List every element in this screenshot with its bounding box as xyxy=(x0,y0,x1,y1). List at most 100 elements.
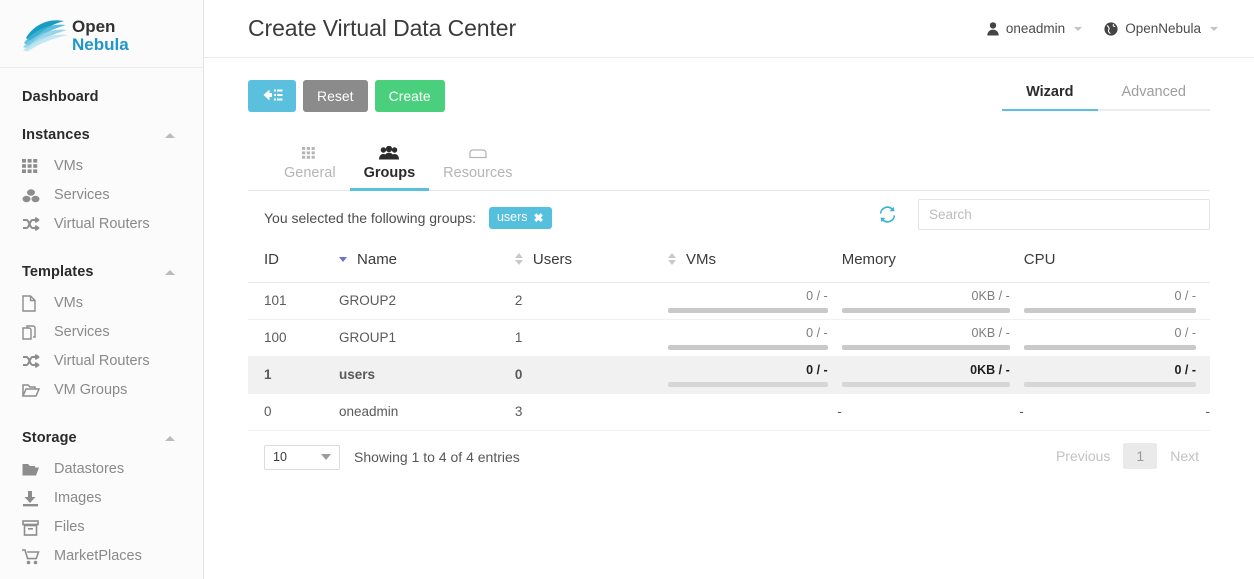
page-length-select[interactable]: 10 xyxy=(264,444,340,470)
showing-entries-text: Showing 1 to 4 of 4 entries xyxy=(354,449,520,465)
main-area: Create Virtual Data Center oneadmin Open… xyxy=(204,0,1254,579)
user-menu: oneadmin OpenNebula xyxy=(987,21,1218,36)
selected-group-chip-users[interactable]: users ✖ xyxy=(488,207,552,229)
chevron-up-icon xyxy=(165,269,175,275)
pagination-previous[interactable]: Previous xyxy=(1045,443,1121,469)
column-header-id[interactable]: ID xyxy=(248,244,340,283)
cell-vms: 0 / - xyxy=(667,282,842,320)
cell-id: 0 xyxy=(248,393,340,431)
cell-users: 2 xyxy=(514,282,668,320)
sidebar-item-storage-apps[interactable]: Apps xyxy=(0,571,203,579)
vms-meter: 0 / - xyxy=(667,362,842,388)
tab-advanced[interactable]: Advanced xyxy=(1098,80,1211,111)
sidebar-section-storage[interactable]: Storage xyxy=(0,419,203,455)
table-row[interactable]: 1 users 0 0 / - 0KB / - 0 / - xyxy=(248,356,1210,394)
grid-icon xyxy=(302,144,317,162)
sidebar-item-label: Virtual Routers xyxy=(54,215,150,232)
sidebar-item-instances-vms[interactable]: VMs xyxy=(0,152,203,181)
tab-groups[interactable]: Groups xyxy=(349,138,430,191)
chevron-down-icon xyxy=(1210,26,1218,31)
page-length-value: 10 xyxy=(273,450,287,464)
pagination-page-1[interactable]: 1 xyxy=(1123,442,1158,469)
sidebar-item-storage-images[interactable]: Images xyxy=(0,484,203,513)
shuffle-icon xyxy=(22,353,44,371)
cell-memory: - xyxy=(841,393,1024,431)
memory-value: 0KB / - xyxy=(971,325,1010,340)
sidebar-item-instances-virtual-routers[interactable]: Virtual Routers xyxy=(0,210,203,239)
column-header-memory[interactable]: Memory xyxy=(841,244,1024,283)
sidebar-item-label: VM Groups xyxy=(54,381,128,398)
table-row[interactable]: 100 GROUP1 1 0 / - 0KB / - 0 / - xyxy=(248,319,1210,357)
vms-meter: 0 / - xyxy=(667,325,842,351)
sidebar-nav: Dashboard Instances VMs Services Virtual… xyxy=(0,68,203,579)
arrow-left-list-icon xyxy=(261,88,283,104)
memory-progress-bar xyxy=(841,382,1010,388)
sidebar-item-storage-files[interactable]: Files xyxy=(0,513,203,542)
memory-meter: 0KB / - xyxy=(841,325,1024,351)
pagination: Previous 1 Next xyxy=(1045,442,1210,469)
cell-vms: - xyxy=(667,393,842,431)
user-name: oneadmin xyxy=(1005,21,1066,36)
chevron-down-icon xyxy=(1074,26,1083,31)
opennebula-logo[interactable]: Open Nebula xyxy=(0,0,203,68)
sidebar-section-label: Templates xyxy=(22,264,94,280)
file-icon xyxy=(22,295,44,313)
sidebar-item-label: Services xyxy=(54,186,110,203)
column-header-name[interactable]: Name xyxy=(339,244,515,283)
memory-meter: 0KB / - xyxy=(841,362,1024,388)
vms-value: 0 / - xyxy=(806,325,828,340)
sidebar-item-label: Virtual Routers xyxy=(54,352,150,369)
cpu-meter: 0 / - xyxy=(1023,362,1210,388)
sidebar-item-storage-datastores[interactable]: Datastores xyxy=(0,455,203,484)
cpu-meter: 0 / - xyxy=(1023,288,1210,314)
cell-cpu: 0 / - xyxy=(1023,356,1210,394)
folder-icon xyxy=(22,461,44,479)
sidebar-item-label: VMs xyxy=(54,157,83,174)
cell-cpu: 0 / - xyxy=(1023,282,1210,320)
user-dropdown[interactable]: oneadmin xyxy=(987,21,1083,36)
sidebar-item-label: Datastores xyxy=(54,460,125,477)
pagination-next[interactable]: Next xyxy=(1159,443,1210,469)
page-title: Create Virtual Data Center xyxy=(248,15,516,41)
memory-progress-bar xyxy=(841,308,1010,314)
cart-icon xyxy=(22,548,44,566)
svg-text:Open: Open xyxy=(72,17,115,36)
cell-cpu: 0 / - xyxy=(1023,319,1210,357)
refresh-icon[interactable] xyxy=(879,205,896,223)
sidebar-section-templates[interactable]: Templates xyxy=(0,253,203,289)
sidebar-item-templates-vms[interactable]: VMs xyxy=(0,289,203,318)
cell-name: users xyxy=(339,356,515,394)
sidebar-section-instances[interactable]: Instances xyxy=(0,116,203,152)
table-row[interactable]: 0 oneadmin 3 - - - xyxy=(248,393,1210,431)
column-header-users[interactable]: Users xyxy=(514,244,668,283)
zone-dropdown[interactable]: OpenNebula xyxy=(1104,21,1218,36)
search-input[interactable] xyxy=(918,198,1210,230)
tab-resources[interactable]: Resources xyxy=(429,138,526,191)
sidebar-item-label: MarketPlaces xyxy=(54,547,142,564)
table-row[interactable]: 101 GROUP2 2 0 / - 0KB / - 0 / - xyxy=(248,282,1210,320)
users-icon xyxy=(379,144,400,162)
sidebar-item-storage-marketplaces[interactable]: MarketPlaces xyxy=(0,542,203,571)
sidebar-section-label: Instances xyxy=(22,127,90,143)
shuffle-icon xyxy=(22,216,44,234)
sort-icon xyxy=(514,253,523,265)
close-icon[interactable]: ✖ xyxy=(534,212,544,224)
sidebar-item-instances-services[interactable]: Services xyxy=(0,181,203,210)
vms-value: 0 / - xyxy=(806,288,828,303)
create-button[interactable]: Create xyxy=(374,80,445,112)
cell-users: 3 xyxy=(514,393,668,431)
back-to-list-button[interactable] xyxy=(248,80,296,112)
tab-general[interactable]: General xyxy=(270,138,350,191)
column-header-cpu[interactable]: CPU xyxy=(1023,244,1210,283)
memory-value: 0KB / - xyxy=(971,288,1010,303)
sidebar-item-templates-vm-groups[interactable]: VM Groups xyxy=(0,376,203,405)
sidebar-item-label: VMs xyxy=(54,294,83,311)
tab-wizard[interactable]: Wizard xyxy=(1002,80,1098,111)
cell-vms: 0 / - xyxy=(667,319,842,357)
table-head: ID Name Users VMs Memory CPU xyxy=(248,244,1210,283)
column-header-vms[interactable]: VMs xyxy=(667,244,842,283)
sidebar-item-templates-virtual-routers[interactable]: Virtual Routers xyxy=(0,347,203,376)
sidebar-item-templates-services[interactable]: Services xyxy=(0,318,203,347)
sidebar-item-dashboard[interactable]: Dashboard xyxy=(0,78,203,116)
reset-button[interactable]: Reset xyxy=(303,80,368,112)
